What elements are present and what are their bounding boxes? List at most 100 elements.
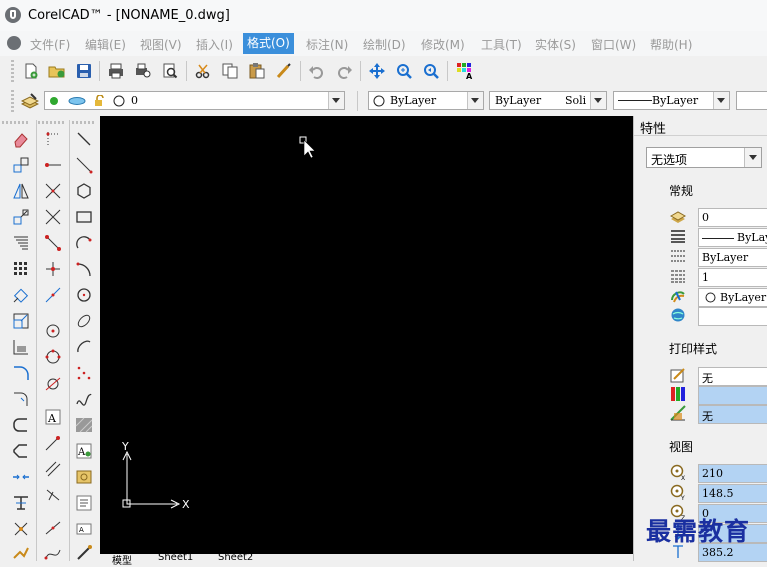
arc-3pt-icon[interactable] xyxy=(75,260,93,278)
menu-view[interactable]: 视图(V) xyxy=(140,36,182,53)
menu-insert[interactable]: 插入(I) xyxy=(196,36,233,53)
layer-manager-icon[interactable] xyxy=(21,92,39,110)
color-palette-icon[interactable]: A xyxy=(456,62,474,80)
rectangle-icon[interactable] xyxy=(75,208,93,226)
hyperlink-field[interactable] xyxy=(698,307,767,326)
linescale-field[interactable]: 1 xyxy=(698,268,767,287)
menu-tools[interactable]: 工具(T) xyxy=(481,36,522,53)
break-icon[interactable] xyxy=(12,468,30,486)
explode-icon[interactable] xyxy=(12,520,30,538)
region-icon[interactable] xyxy=(75,544,93,562)
undo-icon[interactable] xyxy=(308,62,326,80)
extend-icon[interactable] xyxy=(12,390,30,408)
arc-icon[interactable] xyxy=(75,234,93,252)
tab-sheet1[interactable]: Sheet1 xyxy=(158,552,193,563)
menu-draw[interactable]: 绘制(D) xyxy=(363,36,406,53)
print-icon[interactable] xyxy=(107,62,125,80)
copy-icon[interactable] xyxy=(221,62,239,80)
match-properties-icon[interactable] xyxy=(275,62,293,80)
menu-format[interactable]: 格式(O) xyxy=(243,33,294,54)
erase-icon[interactable] xyxy=(12,130,30,148)
menu-solids[interactable]: 实体(S) xyxy=(535,36,576,53)
edit-polyline-icon[interactable] xyxy=(12,544,30,562)
layer-field[interactable]: 0 xyxy=(698,208,767,227)
circle-icon[interactable] xyxy=(75,286,93,304)
save-icon[interactable] xyxy=(75,62,93,80)
print-preview-icon[interactable] xyxy=(134,62,152,80)
point-draw-icon[interactable] xyxy=(75,364,93,382)
intersect-line-icon[interactable] xyxy=(44,208,62,226)
hatch-icon[interactable] xyxy=(44,460,62,478)
block-attribute-icon[interactable]: A xyxy=(75,442,93,460)
toolbar-grip[interactable] xyxy=(72,121,96,124)
toolbar-grip[interactable] xyxy=(11,90,14,112)
menu-dimension[interactable]: 标注(N) xyxy=(306,36,348,53)
linetype-field[interactable]: ByLayer xyxy=(698,228,767,247)
scale-icon[interactable] xyxy=(12,312,30,330)
zoom-previous-icon[interactable] xyxy=(422,62,440,80)
color-dropdown[interactable]: ByLayer xyxy=(368,91,484,110)
circle-tangent-icon[interactable] xyxy=(44,374,62,392)
chevron-down-icon[interactable] xyxy=(328,92,344,109)
polygon-icon[interactable] xyxy=(75,182,93,200)
chevron-down-icon[interactable] xyxy=(467,92,483,109)
toolbar-grip[interactable] xyxy=(11,60,14,82)
attribute-icon[interactable]: A xyxy=(44,408,62,426)
new-icon[interactable] xyxy=(22,62,40,80)
infinite-line-icon[interactable] xyxy=(44,182,62,200)
polyline-icon[interactable] xyxy=(44,234,62,252)
toolbar-grip[interactable] xyxy=(38,121,66,124)
trace-icon[interactable] xyxy=(44,486,62,504)
plotstyle-table-field[interactable] xyxy=(698,386,767,405)
menu-file[interactable]: 文件(F) xyxy=(30,36,70,53)
mtext-icon[interactable]: A xyxy=(75,520,93,538)
pan-icon[interactable] xyxy=(368,62,386,80)
offset-icon[interactable] xyxy=(12,208,30,226)
cut-icon[interactable] xyxy=(194,62,212,80)
color-field[interactable]: ByLayer xyxy=(698,288,767,307)
block-icon[interactable] xyxy=(75,468,93,486)
pattern-icon[interactable] xyxy=(12,234,30,252)
chevron-down-icon[interactable] xyxy=(713,92,729,109)
circle-center-icon[interactable] xyxy=(44,322,62,340)
center-x-field[interactable]: 210 xyxy=(698,464,767,483)
zoom-window-icon[interactable] xyxy=(395,62,413,80)
app-icon[interactable] xyxy=(5,7,21,23)
selection-dropdown[interactable]: 无选项 xyxy=(646,147,762,168)
spline-icon[interactable] xyxy=(75,390,93,408)
polyline-draw-icon[interactable] xyxy=(75,156,93,174)
chamfer-icon[interactable] xyxy=(12,442,30,460)
circle-3pt-icon[interactable] xyxy=(44,348,62,366)
lineweight-field[interactable]: ByLayer xyxy=(698,248,767,267)
ellipse-arc-icon[interactable] xyxy=(75,338,93,356)
tab-model[interactable]: 模型 xyxy=(112,552,132,567)
layer-dropdown[interactable]: 0 xyxy=(44,91,345,110)
toolbar-grip[interactable] xyxy=(2,121,30,124)
redo-icon[interactable] xyxy=(335,62,353,80)
chevron-down-icon[interactable] xyxy=(590,92,606,109)
move-icon[interactable] xyxy=(12,286,30,304)
lineweight-dropdown[interactable]: ByLayer xyxy=(613,91,730,110)
join-icon[interactable] xyxy=(12,494,30,512)
construction-line-icon[interactable] xyxy=(44,286,62,304)
drawing-canvas[interactable]: Y X xyxy=(100,116,633,554)
array-icon[interactable] xyxy=(12,260,30,278)
plotstyle-type-field[interactable]: 无 xyxy=(698,405,767,424)
hatch-fill-icon[interactable] xyxy=(75,416,93,434)
spline-fit-icon[interactable] xyxy=(44,544,62,562)
center-y-field[interactable]: 148.5 xyxy=(698,484,767,503)
ellipse-icon[interactable] xyxy=(75,312,93,330)
page-setup-icon[interactable] xyxy=(161,62,179,80)
menu-edit[interactable]: 编辑(E) xyxy=(85,36,126,53)
plotstyle-field[interactable]: 无 xyxy=(698,367,767,386)
document-menu-icon[interactable] xyxy=(7,36,21,50)
menu-help[interactable]: 帮助(H) xyxy=(650,36,692,53)
paste-icon[interactable] xyxy=(248,62,266,80)
stretch-icon[interactable] xyxy=(12,338,30,356)
plotstyle-dropdown[interactable] xyxy=(736,91,767,110)
point-icon[interactable] xyxy=(44,130,62,148)
line-icon[interactable] xyxy=(75,130,93,148)
line-angle-icon[interactable] xyxy=(44,518,62,536)
ray-icon[interactable] xyxy=(44,156,62,174)
menu-modify[interactable]: 修改(M) xyxy=(421,36,465,53)
